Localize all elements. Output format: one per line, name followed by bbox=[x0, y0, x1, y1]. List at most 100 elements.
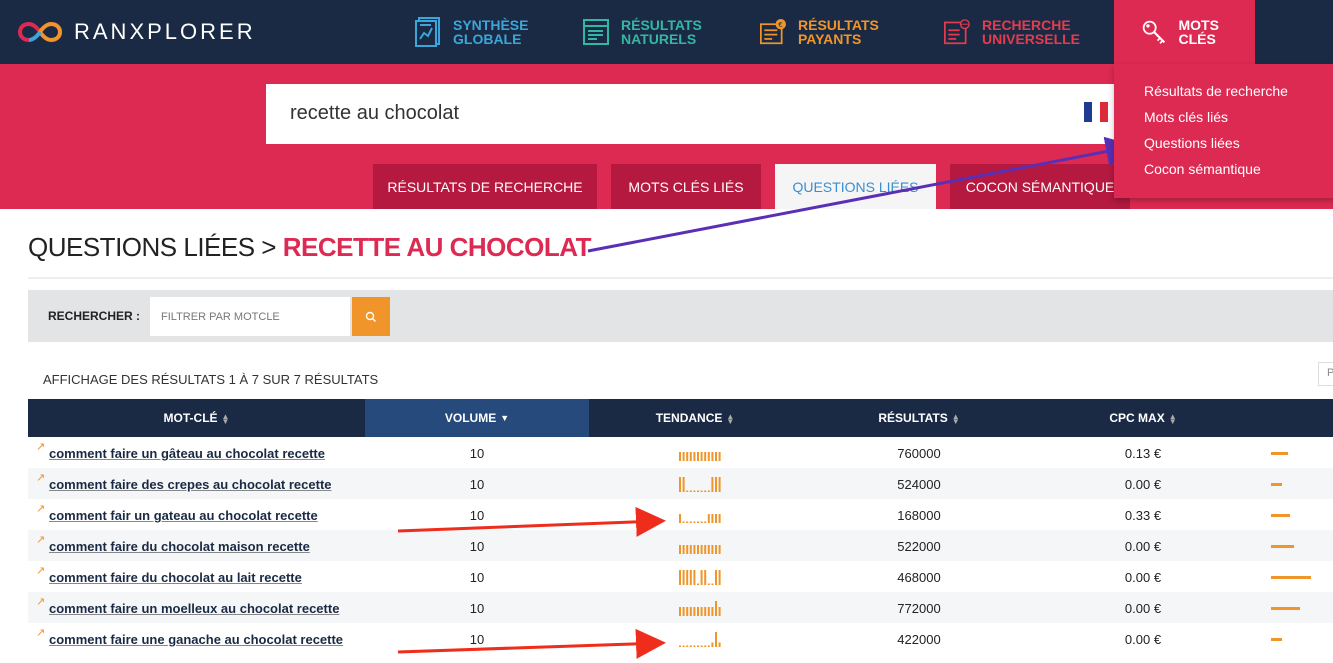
nav-recherche-universelle[interactable]: RECHERCHE UNIVERSELLE bbox=[944, 0, 1081, 64]
trend-bar bbox=[711, 452, 714, 461]
external-link-icon[interactable]: ↗ bbox=[36, 626, 45, 639]
external-link-icon[interactable]: ↗ bbox=[36, 564, 45, 577]
trend-bar bbox=[679, 452, 681, 461]
external-link-icon[interactable]: ↗ bbox=[36, 440, 45, 453]
keyword-link[interactable]: comment faire du chocolat au lait recett… bbox=[49, 570, 302, 585]
dropdown-item-cocon-semantique[interactable]: Cocon sémantique bbox=[1144, 160, 1333, 186]
tab-resultats-de-recherche[interactable]: RÉSULTATS DE RECHERCHE bbox=[373, 164, 597, 209]
trend-bar bbox=[707, 645, 710, 647]
trend-bar bbox=[689, 645, 692, 647]
external-link-icon[interactable]: ↗ bbox=[36, 595, 45, 608]
trend-bar bbox=[697, 645, 699, 647]
trend-sparkline bbox=[679, 477, 721, 492]
trend-bar bbox=[715, 514, 717, 523]
trend-bar bbox=[679, 607, 681, 616]
trend-bar bbox=[711, 642, 714, 647]
trend-bar bbox=[697, 452, 699, 461]
column-label: TENDANCE bbox=[655, 411, 723, 425]
keyword-link[interactable]: comment faire un gâteau au chocolat rece… bbox=[49, 446, 325, 461]
trend-bar bbox=[682, 545, 685, 554]
globe-list-icon bbox=[944, 19, 970, 45]
trend-bar bbox=[711, 583, 714, 585]
trend-bar bbox=[707, 545, 710, 554]
filter-search-button[interactable] bbox=[352, 297, 390, 336]
keyword-link[interactable]: comment faire un moelleux au chocolat re… bbox=[49, 601, 339, 616]
column-header-cpc-max[interactable]: CPC MAX ▲ ▼ bbox=[1037, 399, 1249, 437]
trend-bar bbox=[718, 477, 721, 492]
results-cell: 422000 bbox=[897, 632, 941, 647]
nav-mots-cles[interactable]: MOTS CLÉS bbox=[1114, 0, 1255, 64]
trend-bar bbox=[704, 521, 707, 523]
page-title: QUESTIONS LIÉES > RECETTE AU CHOCOLAT bbox=[28, 232, 591, 263]
trend-bar bbox=[700, 645, 703, 647]
keyword-search-box[interactable]: recette au chocolat bbox=[266, 84, 1126, 144]
external-link-icon[interactable]: ↗ bbox=[36, 533, 45, 546]
keyword-link[interactable]: comment fair un gateau au chocolat recet… bbox=[49, 508, 318, 523]
keyword-link[interactable]: comment faire du chocolat maison recette bbox=[49, 539, 310, 554]
keyword-link[interactable]: comment faire des crepes au chocolat rec… bbox=[49, 477, 332, 492]
trend-bar bbox=[718, 642, 721, 647]
trend-bar bbox=[715, 477, 717, 492]
tab-cocon-semantique[interactable]: COCON SÉMANTIQUE bbox=[950, 164, 1130, 209]
column-header-mot-cle[interactable]: MOT-CLÉ ▲ ▼ bbox=[28, 399, 365, 437]
trend-bar bbox=[686, 490, 689, 492]
filter-bar: RECHERCHER : bbox=[28, 290, 1333, 342]
trend-bar bbox=[693, 607, 696, 616]
ranxplorer-logo[interactable]: RANXPLORER bbox=[18, 18, 256, 46]
trend-bar bbox=[689, 545, 692, 554]
tab-questions-liees[interactable]: QUESTIONS LIÉES bbox=[775, 164, 936, 209]
external-link-icon[interactable]: ↗ bbox=[36, 502, 45, 515]
external-link-icon[interactable]: ↗ bbox=[36, 471, 45, 484]
cpc-cell: 0.00 € bbox=[1124, 539, 1162, 554]
competition-bar bbox=[1271, 452, 1288, 455]
dropdown-item-resultats[interactable]: Résultats de recherche bbox=[1144, 82, 1333, 108]
results-cell: 168000 bbox=[897, 508, 941, 523]
trend-sparkline bbox=[679, 570, 721, 585]
nav-resultats-payants[interactable]: € RÉSULTATS PAYANTS bbox=[760, 0, 888, 64]
tab-mots-cles-lies[interactable]: MOTS CLÉS LIÉS bbox=[611, 164, 761, 209]
trend-bar bbox=[715, 570, 717, 585]
trend-bar bbox=[704, 607, 707, 616]
trend-bar bbox=[704, 645, 707, 647]
nav-synthese-globale[interactable]: SYNTHÈSE GLOBALE bbox=[415, 0, 543, 64]
trend-bar bbox=[679, 645, 681, 647]
mots-cles-dropdown-menu: Résultats de recherche Mots clés liés Qu… bbox=[1114, 64, 1333, 198]
trend-bar bbox=[700, 490, 703, 492]
key-icon bbox=[1142, 20, 1165, 44]
column-header-volume[interactable]: VOLUME ▼ bbox=[365, 399, 589, 437]
trend-sparkline bbox=[679, 452, 721, 461]
list-window-icon bbox=[583, 19, 609, 45]
sort-desc-icon: ▼ bbox=[500, 413, 510, 424]
trend-sparkline bbox=[679, 601, 721, 616]
trend-bar bbox=[689, 607, 692, 616]
dropdown-item-questions-liees[interactable]: Questions liées bbox=[1144, 134, 1333, 160]
trend-bar bbox=[700, 452, 703, 461]
trend-sparkline bbox=[679, 632, 721, 647]
trend-sparkline bbox=[679, 514, 721, 523]
nav-label: MOTS CLÉS bbox=[1178, 17, 1219, 47]
trend-bar bbox=[704, 545, 707, 554]
keyword-link[interactable]: comment faire une ganache au chocolat re… bbox=[49, 632, 343, 647]
results-cell: 772000 bbox=[897, 601, 941, 616]
trend-bar bbox=[718, 607, 721, 616]
pagination-control[interactable]: P bbox=[1318, 362, 1333, 386]
dropdown-item-mots-cles-lies[interactable]: Mots clés liés bbox=[1144, 108, 1333, 134]
column-label: CPC MAX bbox=[1109, 411, 1165, 425]
column-label: MOT-CLÉ bbox=[163, 411, 218, 425]
trend-bar bbox=[704, 570, 707, 585]
trend-bar bbox=[686, 545, 689, 554]
table-row: comment faire un moelleux au chocolat re… bbox=[28, 592, 1333, 623]
search-input[interactable]: recette au chocolat bbox=[290, 102, 459, 125]
column-header-resultats[interactable]: RÉSULTATS ▲ ▼ bbox=[801, 399, 1037, 437]
trend-bar bbox=[711, 514, 714, 523]
table-row: comment faire des crepes au chocolat rec… bbox=[28, 468, 1333, 499]
filter-input[interactable] bbox=[150, 297, 350, 336]
france-flag-icon[interactable] bbox=[1084, 102, 1108, 122]
trend-bar bbox=[693, 452, 696, 461]
cpc-cell: 0.00 € bbox=[1124, 570, 1162, 585]
trend-bar bbox=[682, 452, 685, 461]
column-header-tendance[interactable]: TENDANCE ▲ ▼ bbox=[589, 399, 801, 437]
nav-label: RECHERCHE UNIVERSELLE bbox=[982, 17, 1081, 47]
nav-resultats-naturels[interactable]: RÉSULTATS NATURELS bbox=[583, 0, 711, 64]
cpc-cell: 0.33 € bbox=[1124, 508, 1162, 523]
